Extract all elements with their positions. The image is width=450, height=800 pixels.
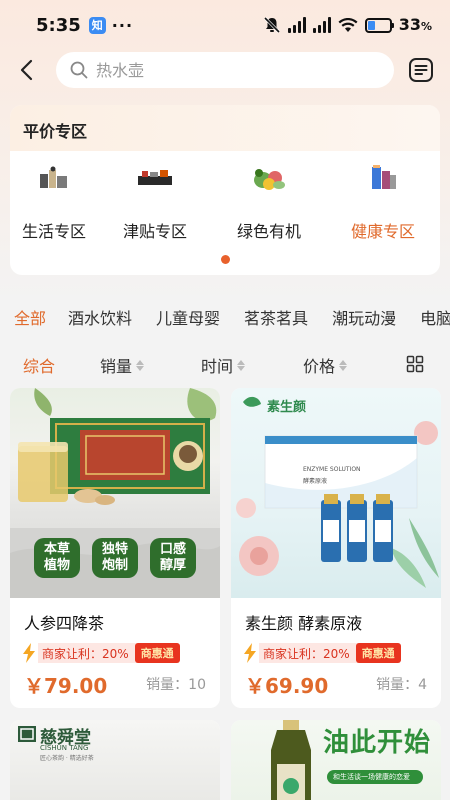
signal-icon-2 <box>312 17 331 33</box>
back-arrow-icon <box>20 59 33 81</box>
sort-price[interactable]: 价格 <box>303 353 348 377</box>
tab-baby[interactable]: 儿童母婴 <box>156 305 220 329</box>
product-image: 油此开始 和生活谈一场健康的恋爱 <box>231 720 441 800</box>
sort-arrows-icon <box>237 359 246 371</box>
app-notification-icon: 知 <box>88 16 106 34</box>
sort-comprehensive[interactable]: 综合 <box>23 353 55 377</box>
list-menu-button[interactable] <box>405 54 437 86</box>
product-card[interactable]: 油此开始 和生活谈一场健康的恋爱 <box>231 720 441 800</box>
tab-beverages[interactable]: 酒水饮料 <box>68 305 132 329</box>
affordable-zone-card: 平价专区 生活专区 津贴专区 绿色有机 健康专区 <box>10 105 440 275</box>
grid-view-toggle[interactable] <box>406 355 424 377</box>
sort-label: 价格 <box>303 357 336 376</box>
image-caption: 本草植物 <box>43 542 70 573</box>
sort-label: 时间 <box>201 357 234 376</box>
zone-title: 平价专区 <box>10 105 440 151</box>
battery-icon <box>364 17 394 33</box>
sort-arrows-icon <box>339 359 348 371</box>
image-caption: 口感醇厚 <box>159 542 186 573</box>
sort-time[interactable]: 时间 <box>201 353 246 377</box>
promo-text: 商家让利：20% <box>38 643 149 663</box>
tab-toys[interactable]: 潮玩动漫 <box>332 305 396 329</box>
promo-text: 商家让利：20% <box>259 643 370 663</box>
health-goods-icon <box>363 160 403 196</box>
zone-item-label: 绿色有机 <box>236 222 301 241</box>
product-card[interactable]: 素生颜 ENZYME SOLUTION 酵素原液 素生颜 酵素原液 商家让利：2… <box>231 388 441 708</box>
sort-label: 综合 <box>23 357 56 376</box>
promo-tag: 商家让利：20% 商惠通 <box>241 642 401 664</box>
promo-badge: 商惠通 <box>134 643 180 663</box>
signal-icon <box>287 17 306 33</box>
box-sublabel: 酵素原液 <box>303 478 328 485</box>
product-card[interactable]: 慈舜堂 CISHUN TANG 匠心茶韵 · 精选好茶 <box>10 720 220 800</box>
sort-bar: 综合 销量 时间 价格 <box>0 350 450 380</box>
sort-sales[interactable]: 销量 <box>100 353 145 377</box>
box-label: ENZYME SOLUTION <box>303 466 361 473</box>
back-button[interactable] <box>12 54 42 86</box>
mute-icon <box>263 16 280 34</box>
product-image: 慈舜堂 CISHUN TANG 匠心茶韵 · 精选好茶 <box>10 720 220 800</box>
promo-badge: 商惠通 <box>355 643 401 663</box>
list-menu-icon <box>409 58 433 82</box>
sort-arrows-icon <box>136 359 145 371</box>
battery-percentage: 33 <box>398 15 421 34</box>
image-caption: 独特炮制 <box>101 542 128 573</box>
vegetables-icon <box>249 160 289 196</box>
search-input[interactable] <box>96 60 356 80</box>
product-sales: 销量：10 <box>146 677 206 693</box>
brand-slogan: 匠心茶韵 · 精选好茶 <box>40 755 94 762</box>
lightning-icon <box>241 642 259 664</box>
product-card[interactable]: 本草植物 独特炮制 口感醇厚 人参四降茶 商家让利：20% 商惠通 ￥79.00… <box>10 388 220 708</box>
wifi-icon <box>338 17 358 32</box>
carousel-indicator-dot <box>221 255 230 264</box>
sort-label: 销量 <box>100 357 133 376</box>
product-image: 本草植物 独特炮制 口感醇厚 <box>10 388 220 598</box>
search-icon <box>70 61 88 79</box>
daily-goods-icon <box>34 160 74 196</box>
brand-logo-english: CISHUN TANG <box>40 744 89 752</box>
product-price: ￥79.00 <box>24 674 108 698</box>
more-notifications-icon: ··· <box>111 15 134 35</box>
zone-item-organic[interactable]: 绿色有机 <box>212 160 326 242</box>
zone-item-label: 津贴专区 <box>122 222 187 241</box>
battery-unit: % <box>420 20 432 33</box>
ad-subline: 和生活谈一场健康的恋爱 <box>333 773 410 781</box>
product-name: 素生颜 酵素原液 <box>245 614 363 633</box>
product-price: ￥69.90 <box>245 674 329 698</box>
grid-view-icon <box>406 355 424 373</box>
tab-tea[interactable]: 茗茶茗具 <box>244 305 308 329</box>
status-bar: 5:35 知 ··· 33% <box>0 0 450 50</box>
promo-tag: 商家让利：20% 商惠通 <box>20 642 180 664</box>
zone-item-label: 健康专区 <box>350 222 415 241</box>
ad-headline: 油此开始 <box>323 728 432 758</box>
search-bar-row <box>0 50 450 90</box>
zone-item-health[interactable]: 健康专区 <box>326 160 440 242</box>
product-sales: 销量：4 <box>376 677 427 693</box>
product-image: 素生颜 ENZYME SOLUTION 酵素原液 <box>231 388 441 598</box>
tab-all[interactable]: 全部 <box>14 305 46 329</box>
zone-item-subsidy[interactable]: 津贴专区 <box>98 160 212 242</box>
zone-item-daily-life[interactable]: 生活专区 <box>10 160 98 242</box>
subsidy-goods-icon <box>135 160 175 196</box>
lightning-icon <box>20 642 38 664</box>
brand-logo-text: 素生颜 <box>267 400 307 415</box>
search-box[interactable] <box>56 52 394 88</box>
zone-item-label: 生活专区 <box>21 222 86 241</box>
tab-computers[interactable]: 电脑 <box>420 305 450 329</box>
status-time: 5:35 <box>36 14 81 36</box>
category-tabs: 全部 酒水饮料 儿童母婴 茗茶茗具 潮玩动漫 电脑 <box>0 298 450 336</box>
product-name: 人参四降茶 <box>24 614 105 633</box>
